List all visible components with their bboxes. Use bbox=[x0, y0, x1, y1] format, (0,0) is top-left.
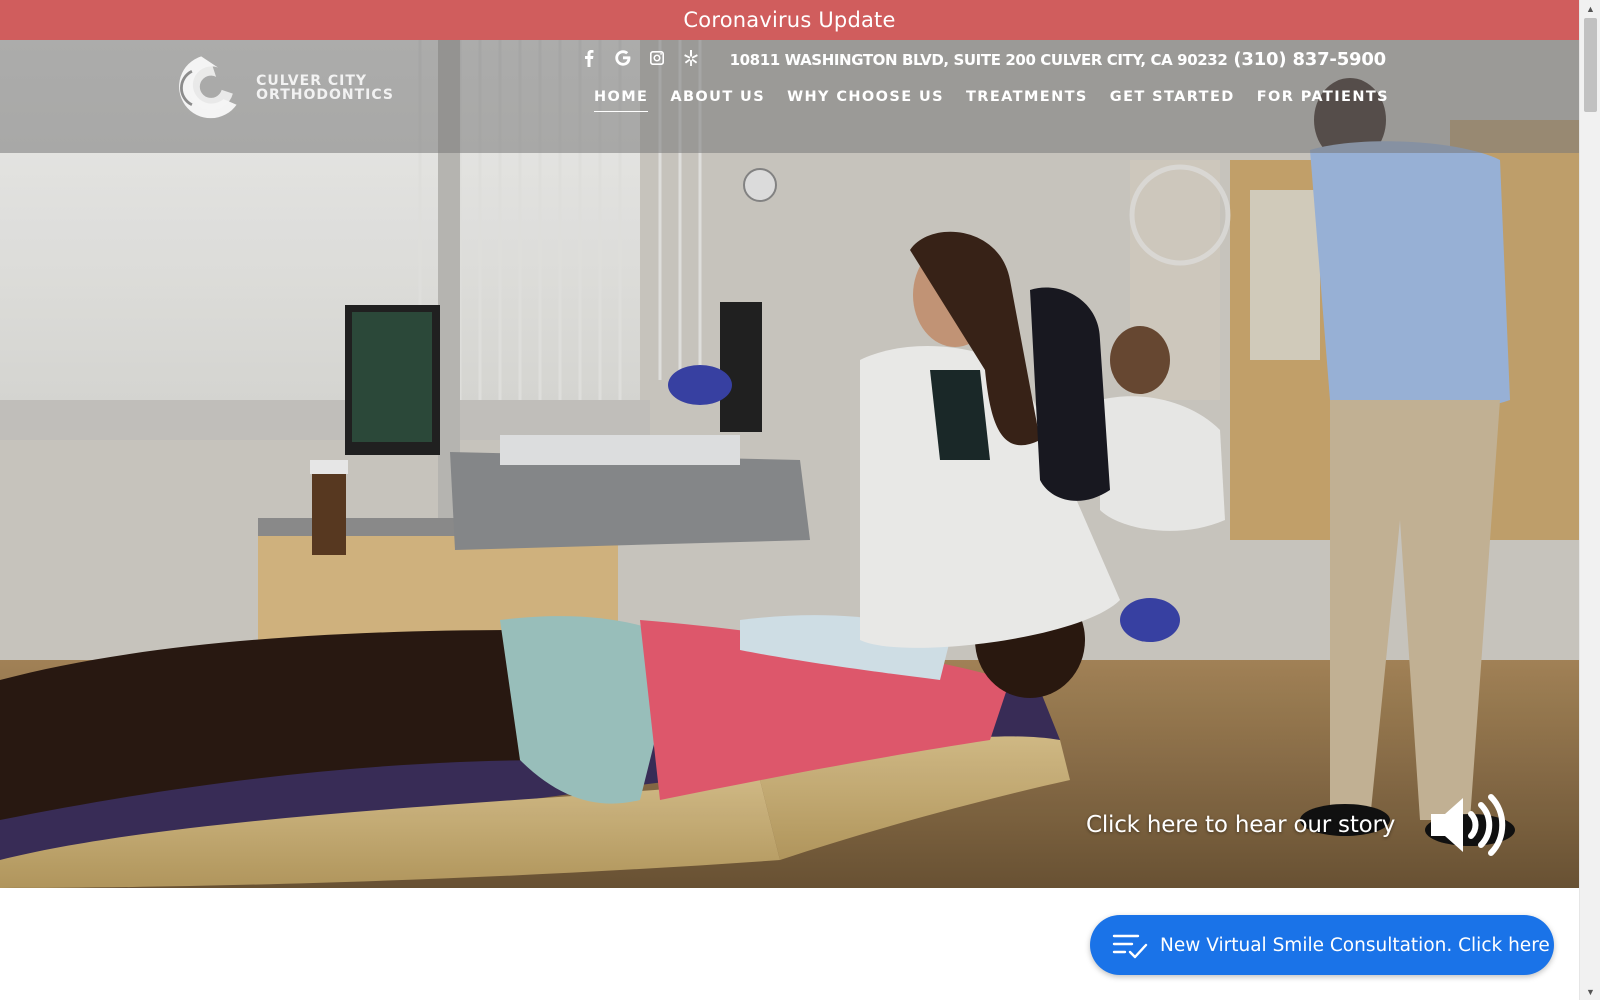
story-label: Click here to hear our story bbox=[1086, 812, 1396, 838]
yelp-icon[interactable] bbox=[680, 47, 702, 69]
hero-scene-image bbox=[0, 40, 1579, 888]
instagram-icon[interactable] bbox=[646, 47, 668, 69]
site-logo[interactable]: CULVER CITY ORTHODONTICS bbox=[164, 50, 394, 126]
scroll-up-arrow-icon[interactable]: ▲ bbox=[1580, 0, 1600, 17]
google-icon[interactable] bbox=[612, 47, 634, 69]
nav-why-choose-us[interactable]: WHY CHOOSE US bbox=[787, 89, 944, 112]
scroll-thumb[interactable] bbox=[1584, 18, 1597, 112]
nav-about-us[interactable]: ABOUT US bbox=[670, 89, 765, 112]
nav-get-started[interactable]: GET STARTED bbox=[1110, 89, 1235, 112]
logo-line2: ORTHODONTICS bbox=[256, 87, 394, 103]
logo-line1: CULVER CITY bbox=[256, 73, 368, 89]
nav-home[interactable]: HOME bbox=[593, 89, 649, 112]
page-scrollbar[interactable]: ▲ ▼ bbox=[1579, 0, 1600, 1000]
facebook-icon[interactable] bbox=[578, 47, 600, 69]
social-links bbox=[578, 47, 702, 69]
scroll-down-arrow-icon[interactable]: ▼ bbox=[1580, 983, 1600, 1000]
cta-label: New Virtual Smile Consultation. Click he… bbox=[1160, 934, 1550, 956]
phone-link[interactable]: (310) 837-5900 bbox=[1233, 49, 1386, 70]
nav-treatments[interactable]: TREATMENTS bbox=[966, 89, 1088, 112]
speaker-volume-icon bbox=[1431, 794, 1506, 856]
logo-text: CULVER CITY ORTHODONTICS bbox=[256, 74, 394, 102]
contact-info: 10811 WASHINGTON BLVD, SUITE 200 CULVER … bbox=[729, 49, 1387, 70]
hear-our-story-button[interactable]: Click here to hear our story bbox=[1086, 792, 1507, 858]
checklist-icon bbox=[1112, 934, 1148, 959]
nav-for-patients[interactable]: FOR PATIENTS bbox=[1257, 89, 1389, 112]
logo-mark-icon bbox=[179, 56, 237, 119]
hero-video[interactable] bbox=[0, 40, 1579, 888]
address-text: 10811 WASHINGTON BLVD, SUITE 200 CULVER … bbox=[729, 51, 1228, 69]
page-viewport: Coronavirus Update CULVER CITY ORTHODONT… bbox=[0, 0, 1579, 1000]
coronavirus-update-banner[interactable]: Coronavirus Update bbox=[0, 0, 1579, 40]
virtual-consultation-button[interactable]: New Virtual Smile Consultation. Click he… bbox=[1090, 915, 1554, 975]
main-nav: HOME ABOUT US WHY CHOOSE US TREATMENTS G… bbox=[593, 89, 1389, 112]
